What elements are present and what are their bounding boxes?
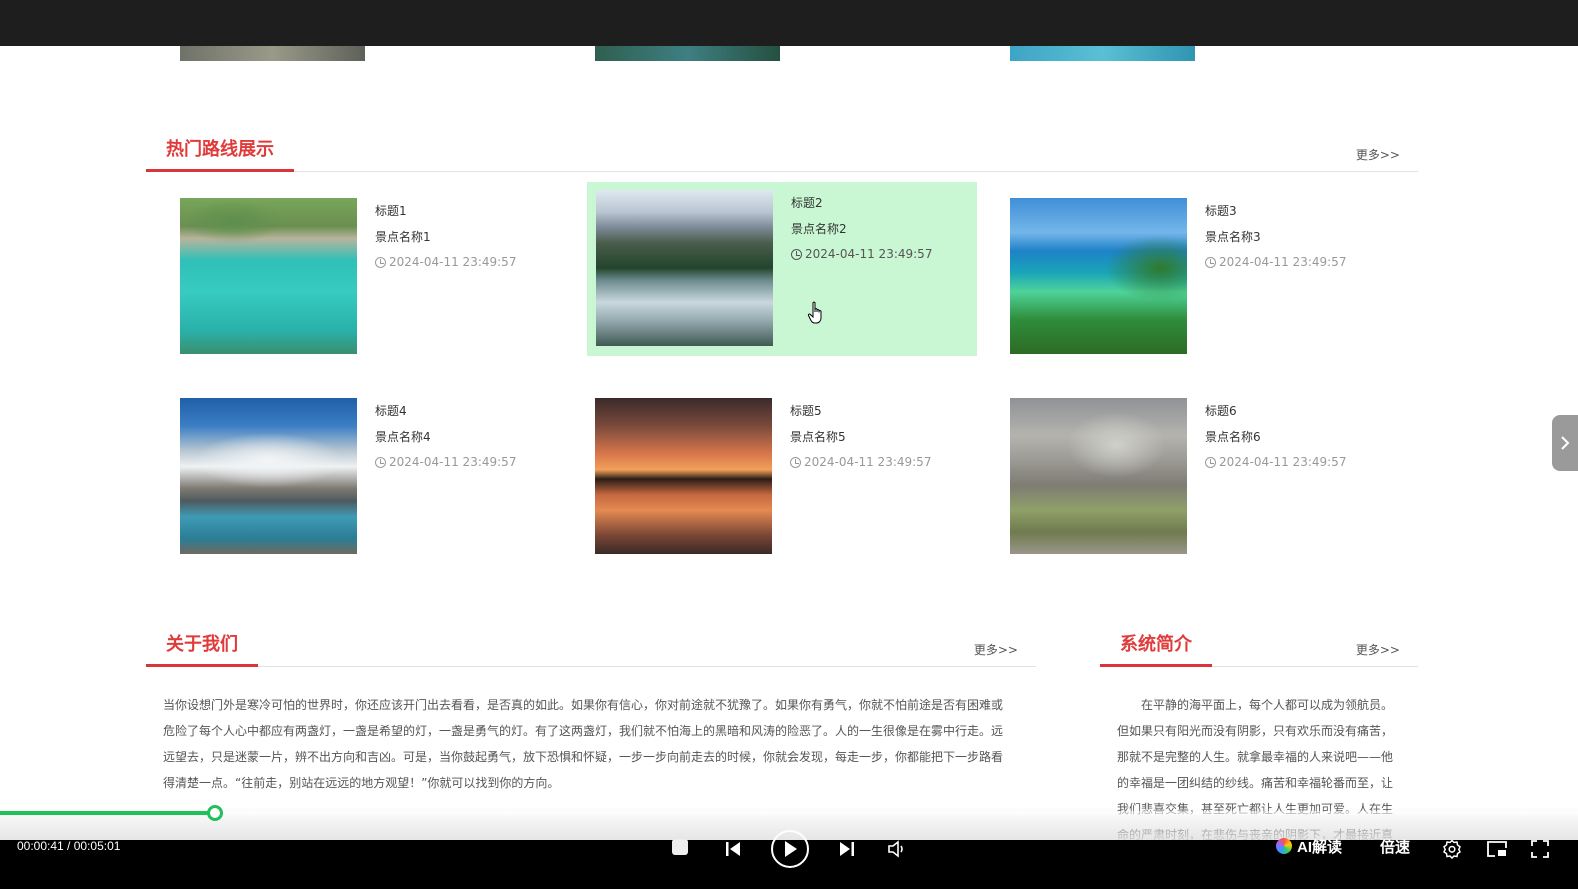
route-title[interactable]: 标题1: [375, 202, 516, 228]
clock-icon: [1205, 456, 1216, 468]
route-image[interactable]: [596, 190, 773, 346]
route-card[interactable]: 标题3 景点名称3 2024-04-11 23:49:57: [1010, 198, 1400, 372]
ai-interpret-label: AI解读: [1297, 838, 1343, 856]
route-spot-name: 景点名称5: [790, 430, 846, 444]
routes-more-link[interactable]: 更多>>: [1356, 146, 1400, 163]
route-card[interactable]: 标题5 景点名称5 2024-04-11 23:49:57: [595, 398, 985, 572]
fullscreen-button[interactable]: [1528, 837, 1552, 861]
route-date: 2024-04-11 23:49:57: [389, 255, 517, 269]
settings-button[interactable]: [1440, 837, 1464, 861]
system-more-link[interactable]: 更多>>: [1356, 641, 1400, 658]
clock-icon: [791, 248, 802, 260]
next-button[interactable]: [836, 838, 858, 860]
picture-in-picture-icon: [1487, 841, 1507, 857]
route-image[interactable]: [595, 398, 772, 554]
hand-cursor-icon: [807, 301, 822, 324]
about-text: 当你设想门外是寒冷可怕的世界时，你还应该开门出去看看，是否真的如此。如果你有信心…: [163, 698, 1004, 790]
volume-button[interactable]: [886, 838, 908, 860]
side-expand-tab[interactable]: [1552, 415, 1578, 471]
chevron-right-icon: [1561, 436, 1570, 450]
about-section-title: 关于我们: [146, 627, 258, 667]
progress-fill: [0, 811, 215, 815]
route-image[interactable]: [1010, 198, 1187, 354]
route-date: 2024-04-11 23:49:57: [1219, 255, 1347, 269]
partial-thumbnail[interactable]: [1010, 46, 1195, 61]
routes-section-title: 热门路线展示: [146, 132, 294, 172]
player-controls: 00:00:41 / 00:05:01 AI解读 倍速: [0, 830, 1578, 889]
partial-thumbnail[interactable]: [180, 46, 365, 61]
volume-icon: [888, 840, 903, 858]
route-date: 2024-04-11 23:49:57: [804, 455, 932, 469]
fullscreen-icon: [1531, 840, 1549, 858]
route-title[interactable]: 标题6: [1205, 402, 1346, 428]
route-spot-name: 景点名称3: [1205, 230, 1261, 244]
clock-icon: [375, 456, 386, 468]
route-image[interactable]: [180, 198, 357, 354]
route-date: 2024-04-11 23:49:57: [805, 247, 933, 261]
skip-next-icon: [840, 842, 854, 856]
route-title[interactable]: 标题5: [790, 402, 931, 428]
about-section-header: 关于我们 更多>>: [146, 626, 1036, 667]
route-title[interactable]: 标题4: [375, 402, 516, 428]
about-more-link[interactable]: 更多>>: [974, 641, 1018, 658]
time-display: 00:00:41 / 00:05:01: [17, 839, 121, 853]
route-spot-name: 景点名称1: [375, 230, 431, 244]
route-card-highlighted[interactable]: 标题2 景点名称2 2024-04-11 23:49:57: [587, 182, 977, 356]
system-section-title: 系统简介: [1100, 627, 1212, 667]
playback-speed-button[interactable]: 倍速: [1380, 835, 1410, 857]
skip-previous-icon: [726, 842, 740, 856]
route-date: 2024-04-11 23:49:57: [389, 455, 517, 469]
partial-thumbnail[interactable]: [595, 46, 780, 61]
system-section-header: 系统简介 更多>>: [1100, 626, 1418, 667]
route-image[interactable]: [1010, 398, 1187, 554]
clock-icon: [375, 256, 386, 268]
gear-icon: [1443, 839, 1461, 859]
stop-icon: [672, 839, 688, 855]
top-bar: [0, 0, 1578, 46]
route-title[interactable]: 标题3: [1205, 202, 1346, 228]
progress-knob[interactable]: [206, 805, 223, 821]
route-title[interactable]: 标题2: [791, 194, 932, 220]
routes-section-header: 热门路线展示 更多>>: [146, 131, 1418, 172]
previous-button[interactable]: [722, 838, 744, 860]
route-spot-name: 景点名称6: [1205, 430, 1261, 444]
picture-in-picture-button[interactable]: [1485, 837, 1509, 861]
progress-bar[interactable]: [0, 805, 1578, 821]
route-date: 2024-04-11 23:49:57: [1219, 455, 1347, 469]
clock-icon: [790, 456, 801, 468]
ai-logo-icon: [1276, 838, 1292, 854]
play-button[interactable]: [771, 830, 809, 868]
route-image[interactable]: [180, 398, 357, 554]
route-card[interactable]: 标题1 景点名称1 2024-04-11 23:49:57: [180, 198, 570, 372]
route-card[interactable]: 标题4 景点名称4 2024-04-11 23:49:57: [180, 398, 570, 572]
stop-button[interactable]: [670, 839, 690, 855]
route-spot-name: 景点名称2: [791, 222, 847, 236]
ai-interpret-button[interactable]: AI解读: [1276, 835, 1342, 857]
route-card[interactable]: 标题6 景点名称6 2024-04-11 23:49:57: [1010, 398, 1400, 572]
clock-icon: [1205, 256, 1216, 268]
route-spot-name: 景点名称4: [375, 430, 431, 444]
play-icon: [785, 841, 797, 857]
